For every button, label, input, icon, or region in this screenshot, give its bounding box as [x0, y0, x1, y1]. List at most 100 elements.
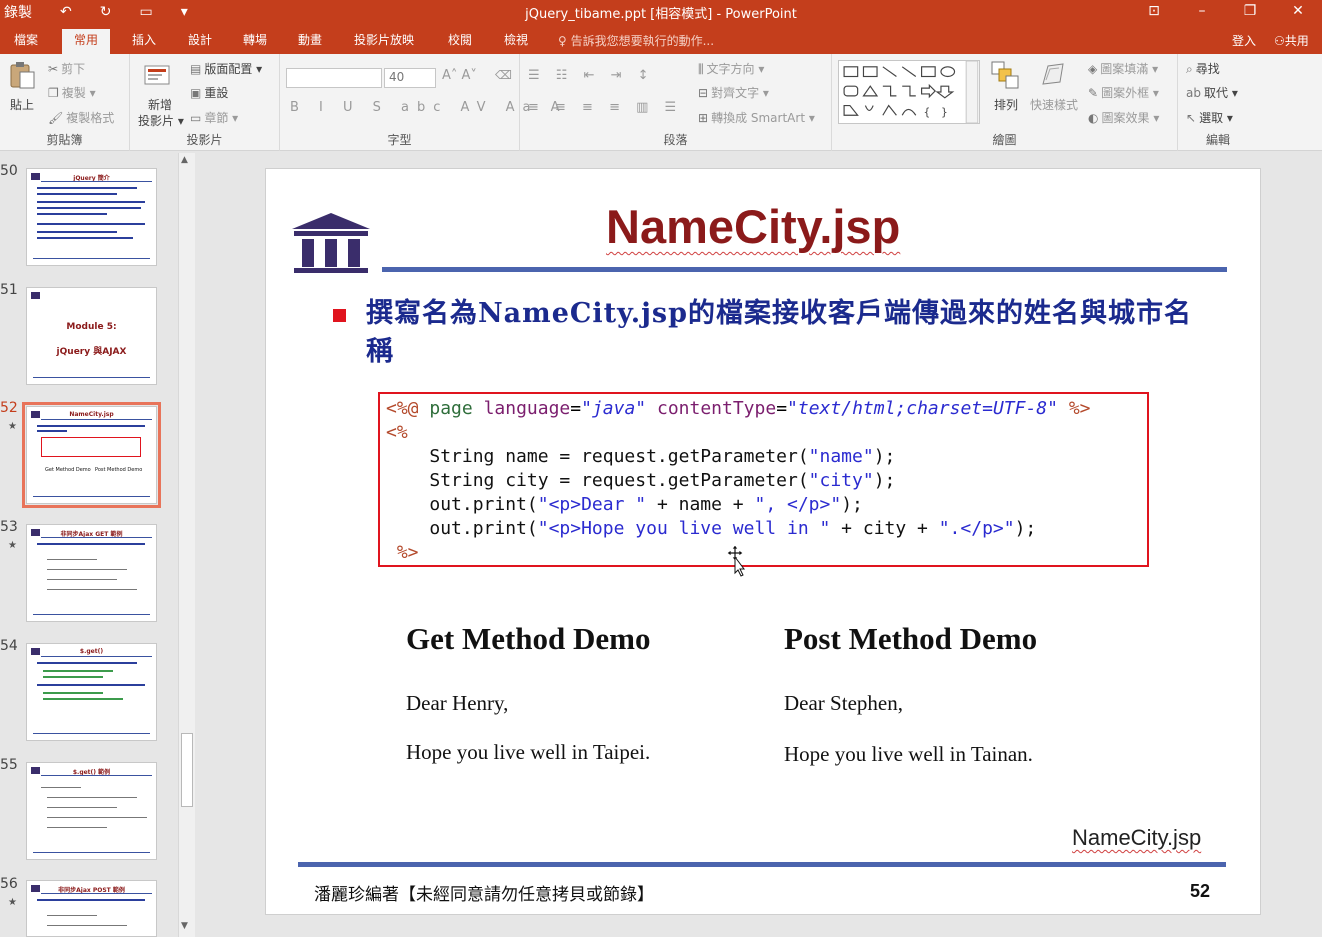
paint-bucket-icon: ◈ [1088, 62, 1098, 76]
align-text-icon: ⊟ [698, 86, 709, 100]
replace-icon: ab [1186, 86, 1201, 100]
slide-thumbnail-54[interactable]: $.get() [26, 643, 157, 741]
shape-outline-button[interactable]: ✎ 圖案外框 ▾ [1088, 84, 1159, 101]
shape-fill-button[interactable]: ◈ 圖案填滿 ▾ [1088, 60, 1158, 77]
list-buttons-icons[interactable]: ☰ ☷ ⇤ ⇥ ↕ [528, 68, 655, 83]
font-group: 40 A˄ A˅ ⌫ B I U S abc AV Aa A 字型 [280, 54, 560, 151]
smartart-button[interactable]: ⊞ 轉換成 SmartArt ▾ [698, 109, 815, 126]
slide-number: 51 [0, 282, 18, 298]
slide-thumbnail-50[interactable]: jQuery 簡介 [26, 168, 157, 266]
slide-thumbnail-53[interactable]: 非同步Ajax GET 範例 [26, 524, 157, 622]
close-icon[interactable]: ✕ [1274, 0, 1322, 24]
share-label: 共用 [1284, 34, 1309, 48]
section-button[interactable]: ▭ 章節 ▾ [190, 109, 238, 126]
window-controls: ⊡ – ❐ ✕ [1130, 0, 1322, 24]
tab-design[interactable]: 設計 [176, 29, 224, 54]
code-token: <%@ [386, 398, 419, 419]
code-token: ", </p>" [754, 494, 842, 515]
thumbnail-scrollbar[interactable]: ▲ ▼ [178, 153, 195, 937]
cut-button[interactable]: ✂ 剪下 [48, 60, 85, 77]
quick-styles-icon[interactable] [1038, 60, 1068, 90]
footer-copyright[interactable]: 潘麗珍編著【未經同意請勿任意拷貝或節錄】 [314, 880, 654, 905]
align-text-button[interactable]: ⊟ 對齊文字 ▾ [698, 84, 769, 101]
layout-button[interactable]: ▤ 版面配置 ▾ [190, 60, 262, 77]
arrange-button[interactable]: 排列 [994, 96, 1018, 113]
code-token: + name + [646, 494, 755, 515]
ribbon: 貼上 ✂ 剪下 ❐ 複製 ▾ 🖌 複製格式 剪貼簿 新增 投影片 ▾ ▤ 版面配置 ▾ … [0, 54, 1322, 151]
slide-canvas[interactable]: NameCity.jsp 撰寫名為NameCity.jsp的檔案接收客戶端傳過來… [265, 168, 1261, 915]
code-token: "<p>Dear " [537, 494, 647, 515]
restore-icon[interactable]: ❐ [1226, 0, 1274, 24]
minimize-icon[interactable]: – [1178, 0, 1226, 24]
slide-thumbnail-56[interactable]: 非同步Ajax POST 範例 [26, 880, 157, 937]
drawing-group-label: 繪圖 [992, 133, 1017, 147]
find-button[interactable]: ⌕ 尋找 [1186, 60, 1220, 77]
paste-icon[interactable] [7, 60, 37, 90]
paragraph-group: ☰ ☷ ⇤ ⇥ ↕ ≡ ≡ ≡ ≡ ▥ ☰ ⫼ 文字方向 ▾ ⊟ 對齊文字 ▾ ⊞ 轉… [520, 54, 832, 151]
login-button[interactable]: 登入 [1232, 32, 1256, 49]
tab-insert[interactable]: 插入 [120, 29, 168, 54]
tab-review[interactable]: 校閱 [436, 29, 484, 54]
shape-effects-button[interactable]: ◐ 圖案效果 ▾ [1088, 109, 1159, 126]
grow-font-icon[interactable]: A˄ A˅ [442, 68, 477, 83]
smartart-icon: ⊞ [698, 111, 709, 125]
share-button[interactable]: ⚇共用 [1274, 32, 1309, 49]
align-buttons-icons[interactable]: ≡ ≡ ≡ ≡ ▥ ☰ [528, 100, 682, 115]
person-icon: ⚇ [1274, 34, 1285, 48]
bullet-text[interactable]: 撰寫名為NameCity.jsp的檔案接收客戶端傳過來的姓名與城市名稱 [366, 295, 1216, 371]
clear-format-icon[interactable]: ⌫ [495, 68, 512, 82]
font-name-combo[interactable] [286, 68, 382, 88]
code-token: String city = request.getParameter( [429, 470, 809, 491]
new-slide-label-1[interactable]: 新增 [148, 96, 172, 113]
slide-title[interactable]: NameCity.jsp [606, 199, 900, 254]
animation-star-icon: ★ [8, 540, 17, 551]
post-demo-heading[interactable]: Post Method Demo [784, 621, 1037, 657]
svg-text:}: } [941, 105, 948, 118]
code-token: "name" [808, 446, 874, 467]
code-box[interactable]: <%@ page language="java" contentType="te… [378, 392, 1149, 567]
tab-transitions[interactable]: 轉場 [231, 29, 279, 54]
reset-button[interactable]: ▣ 重設 [190, 84, 228, 101]
tab-view[interactable]: 檢視 [492, 29, 540, 54]
post-demo-line2[interactable]: Hope you live well in Tainan. [784, 742, 1033, 767]
shapes-gallery[interactable]: { } [838, 60, 980, 124]
post-demo-line1[interactable]: Dear Stephen, [784, 691, 903, 716]
scrollbar-thumb[interactable] [181, 733, 193, 807]
ribbon-display-options-icon[interactable]: ⊡ [1130, 0, 1178, 24]
tab-home[interactable]: 常用 [62, 29, 111, 54]
get-demo-line1[interactable]: Dear Henry, [406, 691, 508, 716]
tab-animations[interactable]: 動畫 [286, 29, 334, 54]
code-token: %> [396, 542, 419, 563]
select-label: 選取 [1199, 111, 1224, 125]
quick-styles-button[interactable]: 快速樣式 [1030, 96, 1078, 113]
tab-file[interactable]: 檔案 [2, 29, 50, 54]
text-direction-button[interactable]: ⫼ 文字方向 ▾ [698, 60, 764, 77]
file-name-label[interactable]: NameCity.jsp [1072, 825, 1201, 851]
scroll-up-icon[interactable]: ▲ [181, 155, 188, 165]
get-demo-line2[interactable]: Hope you live well in Taipei. [406, 740, 650, 765]
new-slide-icon[interactable] [142, 60, 172, 90]
replace-button[interactable]: ab 取代 ▾ [1186, 84, 1238, 101]
get-demo-heading[interactable]: Get Method Demo [406, 621, 651, 657]
slides-group-label: 投影片 [186, 133, 223, 147]
tab-slideshow[interactable]: 投影片放映 [342, 29, 426, 54]
slide-thumbnail-52[interactable]: NameCity.jsp Get Method Demo Post Method… [22, 402, 161, 508]
font-size-combo[interactable]: 40 [384, 68, 436, 88]
arrange-icon[interactable] [990, 60, 1020, 90]
format-painter-button[interactable]: 🖌 複製格式 [48, 109, 114, 126]
scroll-down-icon[interactable]: ▼ [181, 921, 188, 931]
tell-me-text: 告訴我您想要執行的動作... [570, 34, 715, 48]
select-button[interactable]: ↖ 選取 ▾ [1186, 109, 1233, 126]
smartart-label: 轉換成 SmartArt [711, 111, 806, 125]
slide-thumbnail-55[interactable]: $.get() 範例 [26, 762, 157, 860]
layout-icon: ▤ [190, 62, 202, 76]
slide-thumbnail-51[interactable]: Module 5: jQuery 與AJAX [26, 287, 157, 385]
slide-page-number[interactable]: 52 [1190, 881, 1210, 902]
copy-button[interactable]: ❐ 複製 ▾ [48, 84, 96, 101]
new-slide-label-2[interactable]: 投影片 ▾ [138, 112, 184, 129]
slide-number: 50 [0, 163, 18, 179]
tell-me-search[interactable]: ♀ 告訴我您想要執行的動作... [558, 32, 714, 49]
svg-text:{: { [924, 105, 931, 118]
code-token: language [483, 398, 571, 419]
paste-button[interactable]: 貼上 [10, 96, 34, 113]
